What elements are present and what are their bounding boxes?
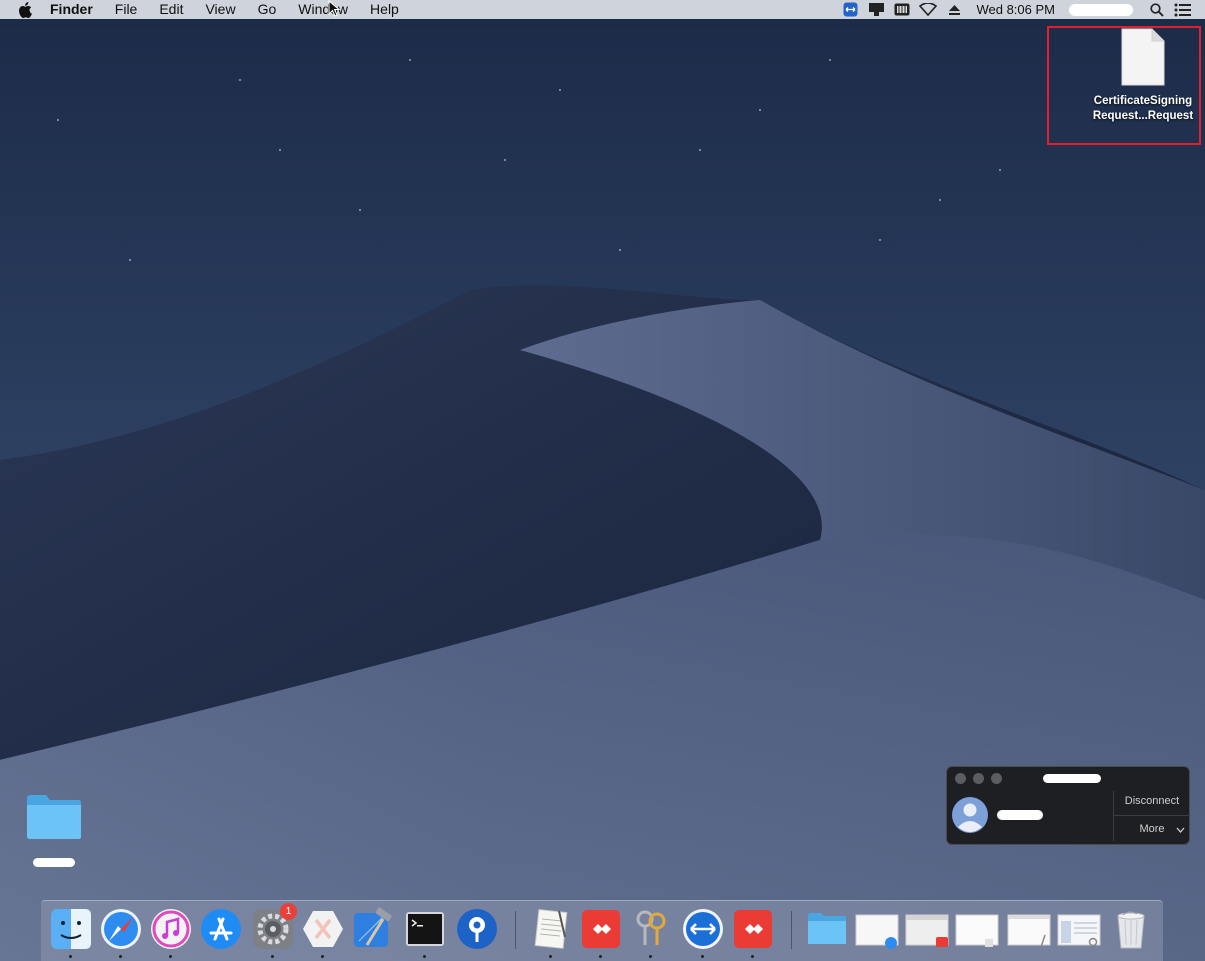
running-indicator [751,955,754,958]
dock-textedit[interactable] [529,907,573,958]
mouse-cursor-icon [328,0,340,17]
xamarin-icon [303,911,343,947]
dock-minimized-window-3[interactable] [955,907,999,951]
dock-minimized-window-4[interactable] [1007,907,1051,951]
keychain-keys-icon [636,910,666,945]
dock-xcode[interactable] [351,907,395,951]
folder-label-redacted [33,858,75,867]
folder-icon [808,913,846,944]
redacted-username [1069,3,1133,16]
running-indicator [701,955,704,958]
remote-session-panel: Disconnect More [946,766,1190,845]
running-indicator [169,955,172,958]
window-minimize-button[interactable] [973,773,984,784]
safari-compass-icon [101,909,141,949]
dock-terminal[interactable] [403,907,447,958]
anydesk-icon [734,910,772,948]
sourcetree-icon [457,909,497,949]
menu-edit[interactable]: Edit [159,0,183,19]
window-thumbnail-icon [855,914,899,949]
battery-keyboard-icon[interactable] [892,0,912,19]
dock-minimized-window-2[interactable] [905,907,949,951]
dock-trash[interactable] [1109,907,1153,951]
red-highlight-box [1047,26,1201,145]
dock-safari[interactable] [99,907,143,958]
menu-help[interactable]: Help [370,0,399,19]
dock-xamarin[interactable] [301,907,345,958]
status-area: Wed 8:06 PM [834,0,1205,19]
more-button[interactable]: More [1115,823,1189,835]
dock-anydesk[interactable] [579,907,623,958]
dock-teamviewer[interactable] [681,907,725,958]
anydesk-icon [582,910,620,948]
eject-icon[interactable] [944,0,964,19]
dock: 1 [41,900,1163,961]
dock-finder[interactable] [49,907,93,958]
textedit-document-icon [534,909,568,949]
window-thumbnail-icon [1007,914,1051,948]
dock-system-preferences[interactable]: 1 [251,903,297,958]
chevron-down-icon [1176,827,1185,833]
menu-view[interactable]: View [205,0,235,19]
window-thumbnail-icon [1057,914,1101,947]
window-thumbnail-icon [955,914,999,947]
running-indicator [69,955,72,958]
disconnect-button[interactable]: Disconnect [1115,795,1189,807]
user-avatar-icon [952,797,988,833]
wifi-icon[interactable] [918,0,938,19]
xcode-hammer-icon [354,907,392,947]
running-indicator [549,955,552,958]
itunes-music-icon [151,909,191,949]
dock-app-store[interactable] [199,907,243,951]
dock-folder-stack[interactable] [805,907,849,951]
dock-separator [515,911,516,949]
dock-anydesk-2[interactable] [731,907,775,958]
desktop-folder[interactable] [22,793,86,872]
panel-divider [1114,815,1190,816]
window-thumbnail-icon [905,914,949,947]
trash-icon [1117,911,1145,949]
panel-divider [1113,791,1114,841]
running-indicator [119,955,122,958]
dock-itunes[interactable] [149,907,193,958]
menu-file[interactable]: File [115,0,138,19]
running-indicator [321,955,324,958]
menu-go[interactable]: Go [258,0,277,19]
notification-center-icon[interactable] [1173,0,1193,19]
menu-bar: Finder File Edit View Go Window Help Wed… [0,0,1205,19]
window-zoom-button[interactable] [991,773,1002,784]
notification-badge: 1 [280,903,297,920]
menu-window[interactable]: Window [298,0,348,19]
dock-minimized-window-1[interactable] [855,907,899,951]
apple-menu-icon[interactable] [16,0,34,19]
menu-finder[interactable]: Finder [50,0,93,19]
app-store-icon [201,909,241,949]
finder-icon [51,909,91,949]
terminal-icon [406,912,444,946]
screen-sharing-icon[interactable] [866,0,886,19]
folder-icon [27,795,81,839]
dock-sourcetree[interactable] [455,907,499,951]
more-label: More [1139,823,1165,835]
remote-user-redacted [997,810,1043,820]
teamviewer-icon [683,909,723,949]
menubar-clock[interactable]: Wed 8:06 PM [976,2,1055,17]
running-indicator [599,955,602,958]
spotlight-search-icon[interactable] [1147,0,1167,19]
dock-separator [791,911,792,949]
panel-title-redacted [1043,774,1101,783]
running-indicator [423,955,426,958]
window-close-button[interactable] [955,773,966,784]
running-indicator [649,955,652,958]
running-indicator [271,955,274,958]
dock-minimized-window-5[interactable] [1057,907,1101,951]
teamviewer-status-icon[interactable] [840,0,860,19]
dock-keychain-access[interactable] [629,907,673,958]
